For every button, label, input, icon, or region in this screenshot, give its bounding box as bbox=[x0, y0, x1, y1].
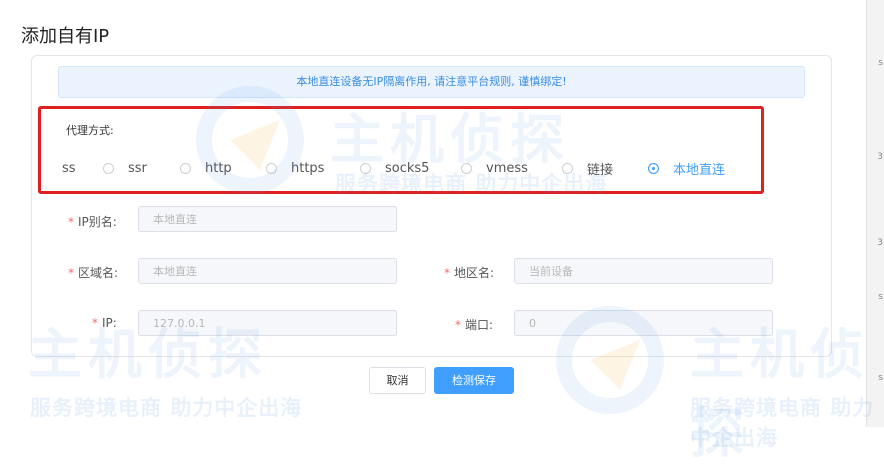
region-name-label: * 区域名: bbox=[68, 264, 118, 281]
right-scroll-edge: s33ss bbox=[866, 0, 884, 427]
region-name-input[interactable]: 本地直连 bbox=[138, 258, 397, 284]
dialog-title: 添加自有IP bbox=[21, 26, 110, 47]
required-mark: * bbox=[68, 215, 74, 229]
ip-alias-input[interactable]: 本地直连 bbox=[138, 206, 397, 232]
ip-label-text: IP: bbox=[102, 316, 117, 330]
required-mark: * bbox=[92, 316, 98, 330]
port-label-text: 端口: bbox=[465, 318, 494, 332]
region-name-label-text: 区域名: bbox=[78, 266, 119, 280]
ip-input[interactable]: 127.0.0.1 bbox=[138, 310, 397, 336]
watermark-slogan-text: 服务跨境电商 助力中企出海 bbox=[30, 396, 303, 420]
area-name-input[interactable]: 当前设备 bbox=[514, 258, 773, 284]
required-mark: * bbox=[455, 318, 461, 332]
check-save-button[interactable]: 检测保存 bbox=[434, 367, 514, 394]
port-label: * 端口: bbox=[455, 316, 493, 333]
required-mark: * bbox=[68, 266, 74, 280]
watermark-slogan-text: 服务跨境电商 助力中企出海 bbox=[690, 396, 875, 450]
cancel-button[interactable]: 取消 bbox=[369, 367, 426, 394]
required-mark: * bbox=[444, 266, 450, 280]
area-name-label-text: 地区名: bbox=[454, 266, 495, 280]
ip-label: * IP: bbox=[92, 316, 117, 330]
port-input[interactable]: 0 bbox=[514, 310, 773, 336]
area-name-label: * 地区名: bbox=[444, 264, 494, 281]
warning-notice: 本地直连设备无IP隔离作用, 请注意平台规则, 谨慎绑定! bbox=[58, 66, 805, 98]
ip-alias-label: * IP别名: bbox=[68, 213, 117, 230]
ip-alias-label-text: IP别名: bbox=[78, 215, 117, 229]
highlight-box bbox=[38, 106, 764, 194]
